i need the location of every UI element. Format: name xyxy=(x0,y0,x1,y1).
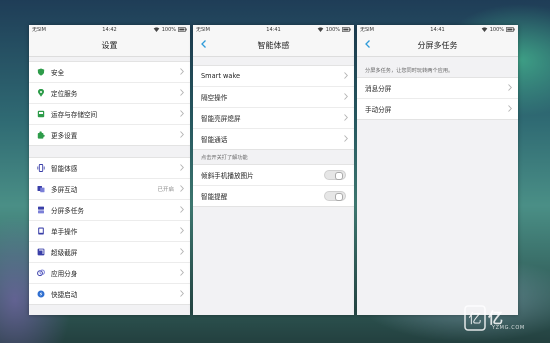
chevron-right-icon xyxy=(180,227,184,234)
motion-toggles-list: 倾斜手机播放图片 智能提醒 xyxy=(193,164,354,207)
page-title: 分屏多任务 xyxy=(417,40,458,50)
chevron-right-icon xyxy=(344,72,348,79)
item-label: 应用分身 xyxy=(51,270,78,278)
status-time: 14:42 xyxy=(102,26,117,33)
split-screen-item[interactable]: 手动分屏 xyxy=(357,99,518,119)
nav-bar: 智能体感 xyxy=(193,34,354,57)
chevron-right-icon xyxy=(344,135,348,142)
chevron-right-icon xyxy=(180,68,184,75)
multi-screen-icon xyxy=(37,186,45,193)
back-arrow-icon[interactable] xyxy=(363,39,373,49)
item-label: 运存与存储空间 xyxy=(51,111,98,119)
split-screen-settings: 无SIM 14:41 100% 分屏多任务 分屏多任务，让您同时玩转两个应用。 … xyxy=(357,25,518,315)
puzzle-icon xyxy=(37,131,45,139)
chevron-right-icon xyxy=(180,269,184,276)
motion-options-list: Smart wake 隔空操作智能亮屏熄屏 智能通话 xyxy=(193,65,354,150)
nav-bar: 分屏多任务 xyxy=(357,34,518,57)
item-label: 智能体感 xyxy=(51,165,78,173)
settings-item[interactable]: 快捷启动 xyxy=(29,284,190,304)
settings-group-system: 安全定位服务运存与存储空间 更多设置 xyxy=(29,61,190,146)
item-label: Smart wake xyxy=(201,72,241,80)
toggle-hint: 点击开关打了解功能 xyxy=(201,155,248,161)
page-title: 智能体感 xyxy=(257,40,290,50)
item-label: 超级截屏 xyxy=(51,249,78,257)
motion-toggle-item[interactable]: 智能提醒 xyxy=(193,186,354,206)
item-label: 多屏互动 xyxy=(51,186,78,194)
motion-item[interactable]: Smart wake xyxy=(193,66,354,87)
settings-screen: 无SIM 14:42 100% 设置 安全定位服务运存与存储空间 更多设置 智能体… xyxy=(29,25,190,315)
status-bar: 无SIM 14:41 100% xyxy=(193,25,354,34)
chevron-right-icon xyxy=(180,89,184,96)
nav-bar: 设置 xyxy=(29,34,190,57)
motion-item[interactable]: 隔空操作 xyxy=(193,87,354,108)
location-pin-icon xyxy=(38,89,44,97)
split-screen-icon xyxy=(38,206,44,214)
motion-toggle-item[interactable]: 倾斜手机播放图片 xyxy=(193,165,354,186)
item-label: 智能通话 xyxy=(201,136,228,144)
settings-item[interactable]: 运存与存储空间 xyxy=(29,104,190,125)
motion-item[interactable]: 智能通话 xyxy=(193,129,354,149)
split-screen-description: 分屏多任务，让您同时玩转两个应用。 xyxy=(365,68,454,74)
toggle-switch[interactable] xyxy=(324,170,346,180)
page-title: 设置 xyxy=(101,40,118,50)
status-time: 14:41 xyxy=(430,26,445,33)
hand-icon xyxy=(38,227,44,235)
settings-item[interactable]: 单手操作 xyxy=(29,221,190,242)
toggle-switch[interactable] xyxy=(324,191,346,201)
split-screen-options: 消息分屏 手动分屏 xyxy=(357,77,518,120)
status-time: 14:41 xyxy=(266,26,281,33)
item-label: 快捷启动 xyxy=(51,291,78,299)
clone-icon xyxy=(37,269,45,277)
screenshot-icon xyxy=(37,248,45,256)
settings-item[interactable]: 智能体感 xyxy=(29,158,190,179)
item-label: 手动分屏 xyxy=(365,106,392,114)
settings-item[interactable]: 分屏多任务 xyxy=(29,200,190,221)
status-bar: 无SIM 14:42 100% xyxy=(29,25,190,34)
watermark-logo-icon: 亿 xyxy=(464,305,486,331)
watermark-logo: 亿 xyxy=(468,312,481,327)
settings-item[interactable]: 应用分身 xyxy=(29,263,190,284)
chevron-right-icon xyxy=(180,110,184,117)
item-label: 更多设置 xyxy=(51,132,78,140)
site-watermark: 亿 亿 YZMG.COM xyxy=(464,305,544,335)
settings-item[interactable]: 更多设置 xyxy=(29,125,190,145)
item-label: 倾斜手机播放图片 xyxy=(201,172,254,180)
motion-item[interactable]: 智能亮屏熄屏 xyxy=(193,108,354,129)
smart-motion-screen: 无SIM 14:41 100% 智能体感 Smart wake 隔空操作智能亮屏熄… xyxy=(193,25,354,315)
settings-item[interactable]: 超级截屏 xyxy=(29,242,190,263)
shield-icon xyxy=(37,68,45,76)
split-screen-item[interactable]: 消息分屏 xyxy=(357,78,518,99)
chevron-right-icon xyxy=(508,105,512,112)
chevron-right-icon xyxy=(180,206,184,213)
settings-group-features: 智能体感多屏互动 已开启分屏多任务单手操作超级截屏应用分身快捷启动 xyxy=(29,157,190,305)
chevron-right-icon xyxy=(180,290,184,297)
settings-item[interactable]: 安全 xyxy=(29,62,190,83)
phone-vibrate-icon xyxy=(37,164,45,172)
storage-icon xyxy=(37,110,45,118)
chevron-right-icon xyxy=(508,84,512,91)
quick-launch-icon xyxy=(37,290,45,298)
status-bar: 无SIM 14:41 100% xyxy=(357,25,518,34)
settings-item[interactable]: 多屏互动 已开启 xyxy=(29,179,190,200)
item-label: 消息分屏 xyxy=(365,85,392,93)
item-status: 已开启 xyxy=(157,187,174,193)
watermark-site: YZMG.COM xyxy=(492,325,525,331)
item-label: 智能提醒 xyxy=(201,193,228,201)
chevron-right-icon xyxy=(344,114,348,121)
back-arrow-icon[interactable] xyxy=(199,39,209,49)
item-label: 智能亮屏熄屏 xyxy=(201,115,241,123)
item-label: 隔空操作 xyxy=(201,94,228,102)
chevron-right-icon xyxy=(180,185,184,192)
item-label: 安全 xyxy=(51,69,65,77)
chevron-right-icon xyxy=(344,93,348,100)
chevron-right-icon xyxy=(180,164,184,171)
settings-item[interactable]: 定位服务 xyxy=(29,83,190,104)
item-label: 分屏多任务 xyxy=(51,207,84,215)
chevron-right-icon xyxy=(180,248,184,255)
chevron-right-icon xyxy=(180,131,184,138)
item-label: 定位服务 xyxy=(51,90,78,98)
item-label: 单手操作 xyxy=(51,228,78,236)
